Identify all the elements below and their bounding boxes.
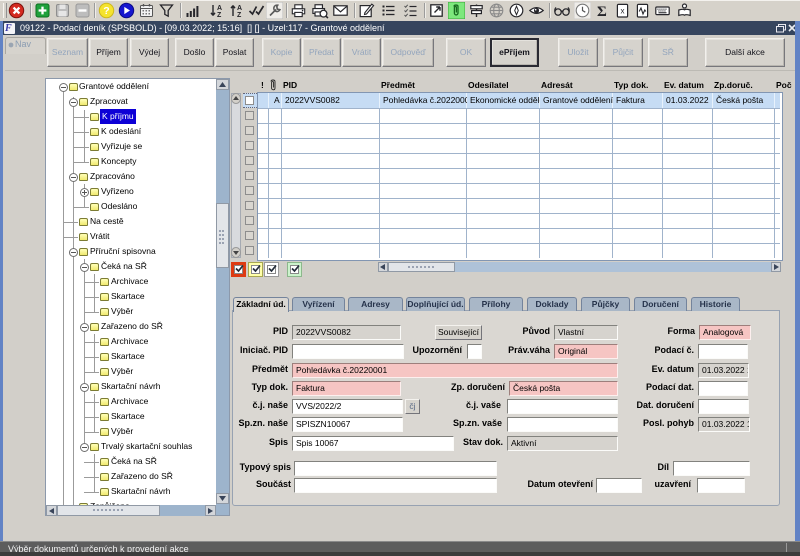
svg-text:x: x (621, 7, 625, 16)
svg-text:A: A (217, 5, 222, 12)
svg-text:Z: Z (217, 12, 222, 19)
svg-text:Σ: Σ (597, 4, 607, 19)
svg-text:Z: Z (237, 12, 242, 19)
svg-text:A: A (237, 5, 242, 12)
svg-text:?: ? (103, 5, 109, 17)
